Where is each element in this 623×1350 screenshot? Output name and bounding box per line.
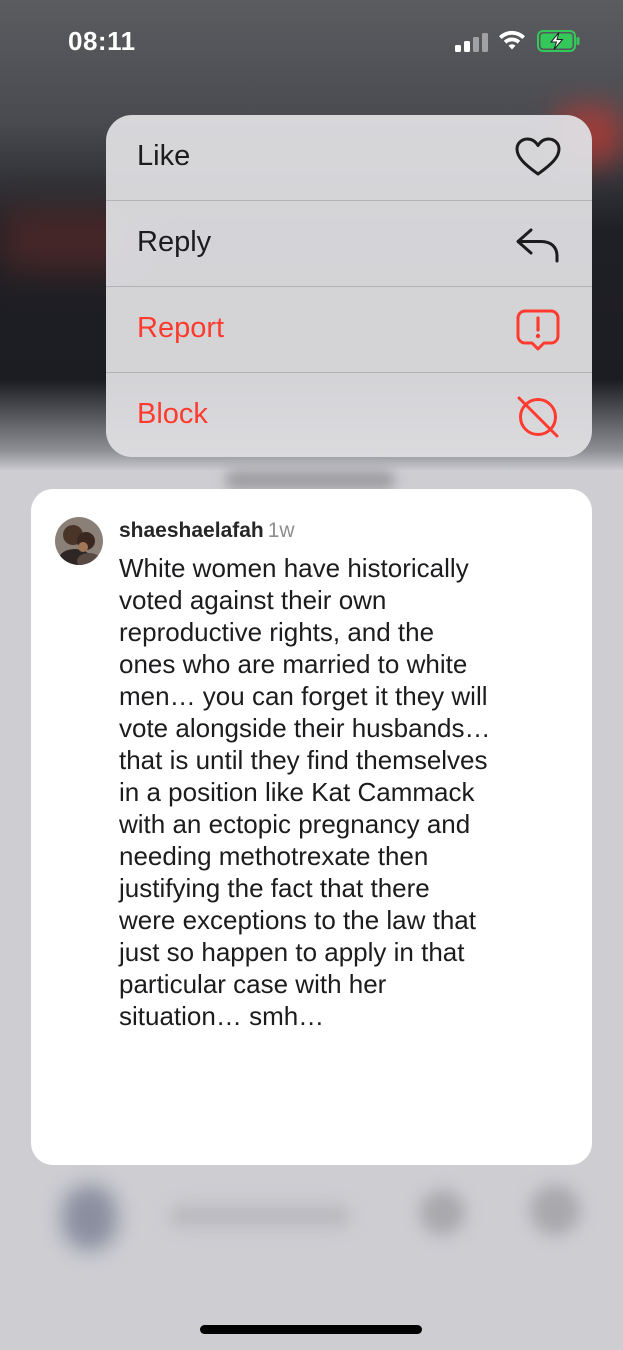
avatar xyxy=(55,517,103,565)
comment-context-menu: Like Reply Report Block xyxy=(106,115,592,457)
comment-age: 1w xyxy=(267,519,295,542)
menu-item-label: Report xyxy=(137,312,225,344)
menu-item-label: Reply xyxy=(137,226,212,258)
comment-header: shaeshaelafah 1w xyxy=(119,519,295,543)
block-icon xyxy=(517,396,559,438)
home-indicator[interactable] xyxy=(200,1325,422,1334)
comment-username[interactable]: shaeshaelafah xyxy=(119,519,264,542)
status-bar: 08:11 xyxy=(0,0,623,84)
battery-charging-icon xyxy=(537,30,580,52)
menu-item-label: Like xyxy=(137,140,191,172)
comment-text: White women have historically voted agai… xyxy=(119,553,491,1031)
menu-item-report[interactable]: Report xyxy=(106,287,592,373)
heart-icon xyxy=(515,137,561,176)
report-exclamation-icon xyxy=(516,309,560,351)
menu-item-label: Block xyxy=(137,398,208,430)
reply-arrow-icon xyxy=(516,228,559,263)
comment-card: shaeshaelafah 1w White women have histori… xyxy=(31,489,592,1165)
wifi-icon xyxy=(499,30,525,50)
status-time: 08:11 xyxy=(68,26,136,56)
menu-item-like[interactable]: Like xyxy=(106,115,592,201)
menu-item-block[interactable]: Block xyxy=(106,373,592,457)
menu-item-reply[interactable]: Reply xyxy=(106,201,592,287)
cellular-signal-icon xyxy=(455,32,489,52)
